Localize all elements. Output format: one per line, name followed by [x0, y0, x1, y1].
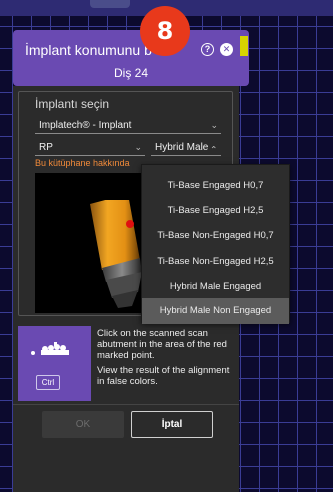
dialog-title: İmplant konumunu b	[25, 42, 152, 58]
dropdown-option[interactable]: Ti-Base Engaged H2,5	[142, 198, 289, 224]
hint-click-text: Click on the scanned scan abutment in th…	[97, 328, 227, 361]
step-badge: 8	[140, 6, 190, 56]
panel-handle[interactable]	[90, 0, 130, 8]
dialog-subtitle: Diş 24	[113, 66, 148, 80]
help-icon[interactable]: ?	[201, 43, 214, 56]
footer-divider	[13, 404, 239, 405]
variant-select-value: Hybrid Male	[155, 142, 209, 153]
dialog-header: İmplant konumunu b Diş 24 ? ✕	[13, 30, 249, 86]
variant-select[interactable]: Hybrid Male ⌄	[151, 140, 221, 156]
cancel-button[interactable]: İptal	[131, 411, 213, 438]
chevron-down-icon: ⌄	[134, 142, 142, 152]
chevron-down-icon: ⌄	[210, 120, 218, 130]
library-info-link[interactable]: Bu kütüphane hakkında	[35, 158, 130, 168]
type-select-value: RP	[39, 142, 53, 153]
hint-view-text: View the result of the alignment in fals…	[97, 365, 230, 387]
variant-dropdown-list: Ti-Base Engaged H0,7 Ti-Base Engaged H2,…	[141, 164, 290, 324]
ok-button[interactable]: OK	[42, 411, 124, 438]
scan-teeth-icon	[41, 342, 69, 355]
dropdown-option[interactable]: Hybrid Male Engaged	[142, 274, 289, 300]
type-select[interactable]: RP ⌄	[35, 140, 145, 156]
close-icon[interactable]: ✕	[220, 43, 233, 56]
dropdown-option-selected[interactable]: Hybrid Male Non Engaged	[142, 298, 289, 324]
dropdown-option[interactable]: Ti-Base Non-Engaged H2,5	[142, 249, 289, 275]
ctrl-key-icon: Ctrl	[36, 375, 60, 390]
chevron-up-icon: ⌄	[210, 144, 218, 154]
dropdown-option[interactable]: Ti-Base Non-Engaged H0,7	[142, 223, 289, 249]
mouse-click-icon	[31, 351, 35, 355]
library-select[interactable]: Implatech® - Implant ⌄	[35, 118, 221, 134]
dropdown-option[interactable]: Ti-Base Engaged H0,7	[142, 173, 289, 199]
implant-select-label: İmplantı seçin	[35, 97, 110, 111]
status-indicator	[240, 36, 248, 56]
library-select-value: Implatech® - Implant	[39, 120, 132, 131]
